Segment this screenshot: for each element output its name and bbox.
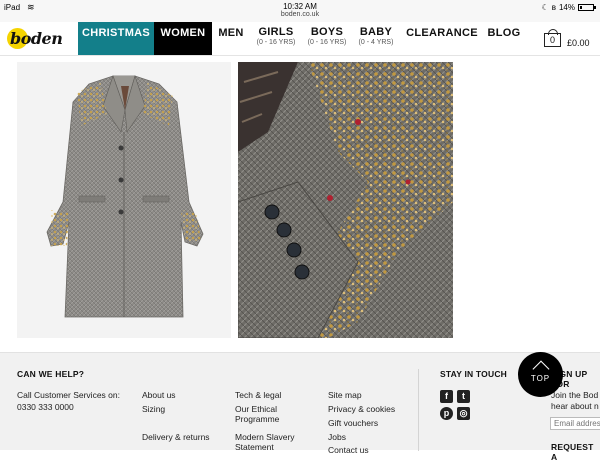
battery-percent: 14%	[558, 3, 575, 12]
embroidery-detail-image	[238, 62, 453, 338]
stay-heading: STAY IN TOUCH	[440, 369, 507, 379]
site-footer: CAN WE HELP? Call Customer Services on: …	[0, 352, 600, 462]
footer-divider	[418, 369, 419, 451]
nav-sublabel: (0 - 4 YRS)	[358, 39, 394, 46]
coat-image	[17, 62, 231, 338]
nav-blog[interactable]: BLOG	[484, 22, 524, 55]
footer-link-sizing[interactable]: Sizing	[142, 404, 165, 414]
call-label: Call Customer Services on:	[17, 390, 120, 400]
footer-link-gift[interactable]: Gift vouchers	[328, 418, 378, 428]
nav-label: BABY	[359, 26, 393, 38]
product-image-detail[interactable]	[238, 62, 453, 338]
boden-logo[interactable]: boden	[4, 25, 63, 51]
clock: 10:32 AM	[283, 2, 317, 11]
instagram-icon[interactable]: ◎	[457, 407, 470, 420]
bag-total[interactable]: £0.00	[567, 38, 590, 48]
email-input[interactable]	[550, 417, 600, 430]
nav-sublabel: (0 - 16 YRS)	[256, 39, 296, 46]
product-image-coat[interactable]	[17, 62, 231, 338]
signup-text-2: hear about n	[551, 401, 599, 411]
battery-icon	[578, 4, 596, 11]
twitter-icon[interactable]: t	[457, 390, 470, 403]
footer-link-tech-legal[interactable]: Tech & legal	[235, 390, 281, 400]
pinterest-icon[interactable]: p	[440, 407, 453, 420]
footer-link-about[interactable]: About us	[142, 390, 176, 400]
nav-men[interactable]: MEN	[212, 22, 250, 55]
nav-sublabel: (0 - 16 YRS)	[307, 39, 347, 46]
moon-icon: ☾	[541, 3, 549, 12]
footer-link-contact[interactable]: Contact us	[328, 445, 369, 455]
main-navigation: boden CHRISTMAS WOMEN MEN GIRLS (0 - 16 …	[0, 22, 600, 56]
facebook-icon[interactable]: f	[440, 390, 453, 403]
nav-girls[interactable]: GIRLS (0 - 16 YRS)	[251, 22, 301, 55]
nav-boys[interactable]: BOYS (0 - 16 YRS)	[302, 22, 352, 55]
nav-label: BLOG	[487, 27, 521, 39]
footer-link-privacy[interactable]: Privacy & cookies	[328, 404, 395, 414]
address-bar[interactable]: boden.co.uk	[0, 11, 600, 18]
nav-label: GIRLS	[258, 26, 294, 38]
nav-label: BOYS	[310, 26, 344, 38]
logo-text: boden	[10, 29, 63, 48]
help-heading: CAN WE HELP?	[17, 369, 85, 379]
nav-women[interactable]: WOMEN	[154, 22, 212, 55]
footer-link-jobs[interactable]: Jobs	[328, 432, 346, 442]
phone-number[interactable]: 0330 333 0000	[17, 402, 74, 412]
footer-link-sitemap[interactable]: Site map	[328, 390, 362, 400]
nav-baby[interactable]: BABY (0 - 4 YRS)	[353, 22, 399, 55]
nav-label: WOMEN	[160, 27, 206, 39]
nav-christmas[interactable]: CHRISTMAS	[78, 22, 154, 55]
footer-link-slavery[interactable]: Modern Slavery Statement	[235, 432, 315, 452]
ios-status-bar: iPad ≋ 10:32 AM boden.co.uk ☾ ʙ 14%	[0, 0, 600, 22]
footer-link-ethical[interactable]: Our Ethical Programme	[235, 404, 315, 424]
footer-link-delivery[interactable]: Delivery & returns	[142, 432, 210, 442]
nav-clearance[interactable]: CLEARANCE	[404, 22, 480, 55]
back-to-top-button[interactable]: TOP	[518, 352, 563, 397]
nav-label: MEN	[218, 27, 244, 39]
nav-label: CLEARANCE	[406, 27, 478, 39]
nav-label: CHRISTMAS	[81, 27, 151, 39]
request-heading: REQUEST A	[551, 442, 594, 462]
bluetooth-icon: ʙ	[551, 3, 556, 12]
shopping-bag-icon[interactable]: 0	[544, 29, 561, 47]
signup-text-1: Join the Bod	[551, 390, 599, 400]
